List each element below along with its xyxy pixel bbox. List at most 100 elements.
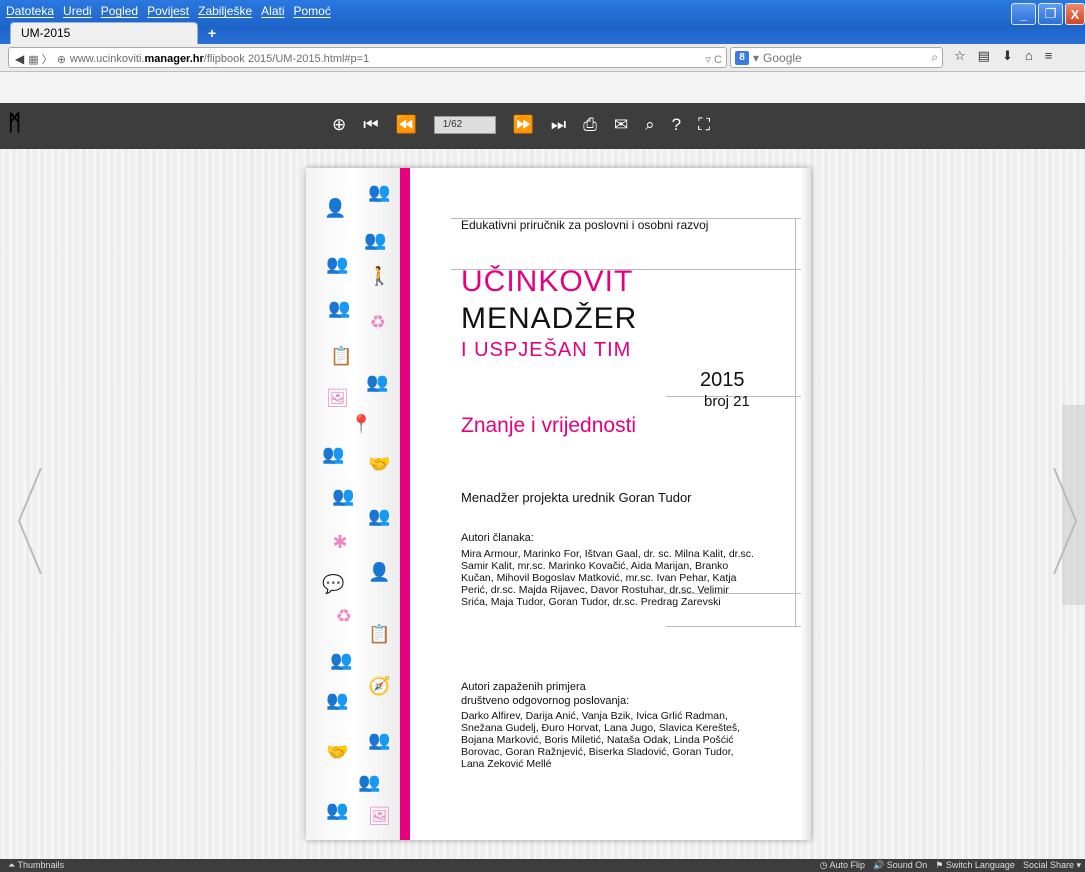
- cover-subtitle: Znanje i vrijednosti: [461, 414, 637, 437]
- address-bar[interactable]: ◀ ▦ 〉 ⊕ www.ucinkoviti.manager.hr/flipbo…: [8, 47, 727, 68]
- person-solo-icon: 👤: [368, 562, 391, 582]
- switch-language-button[interactable]: ⚑ Switch Language: [935, 860, 1015, 871]
- thumbnails-button[interactable]: ⏶ Thumbnails: [8, 860, 64, 871]
- fullscreen-icon[interactable]: ⛶: [698, 115, 710, 135]
- navigation-bar: ◀ ▦ 〉 ⊕ www.ucinkoviti.manager.hr/flipbo…: [0, 44, 1085, 72]
- search-icon[interactable]: ⌕: [645, 115, 655, 135]
- authors-list: Mira Armour, Marinko For, Ištvan Gaal, d…: [461, 548, 754, 608]
- flipbook-toolbar: ⊕ ⏮ ⏪ 1/62 ⏩ ⏭ ⎙ ✉ ⌕ ? ⛶: [0, 103, 1085, 149]
- menu-uredi[interactable]: Uredi: [63, 4, 92, 18]
- tab-title: UM-2015: [21, 26, 71, 40]
- nav-icons: ☆ ▤ ⬇ ⌂ ≡: [954, 48, 1052, 64]
- compass-icon: 🧭: [368, 676, 391, 696]
- team-row-icon: 👥: [368, 506, 391, 526]
- profile-card-icon: 🖼: [368, 806, 391, 826]
- google-icon[interactable]: 8: [735, 50, 749, 65]
- flipbook-logo-icon: ᛗ: [8, 110, 22, 136]
- project-manager: Menadžer projekta urednik Goran Tudor: [461, 490, 692, 505]
- next-page-arrow-icon[interactable]: [1050, 466, 1080, 576]
- minimize-button[interactable]: _: [1011, 3, 1036, 25]
- search-engine-dropdown-icon[interactable]: ▾: [753, 51, 759, 65]
- examples-heading-1: Autori zapaženih primjera: [461, 681, 586, 693]
- reload-icon[interactable]: ▿ C: [705, 53, 722, 66]
- search-bar[interactable]: 8 ▾ Google ⌕: [730, 47, 943, 68]
- auto-flip-label: Auto Flip: [829, 860, 866, 870]
- edu-tagline: Edukativni priručnik za poslovni i osobn…: [461, 218, 709, 232]
- new-tab-button[interactable]: +: [208, 25, 216, 41]
- auto-flip-button[interactable]: ◷ Auto Flip: [820, 860, 865, 871]
- download-icon[interactable]: ⬇: [1002, 48, 1013, 64]
- flipbook-controls: ⊕ ⏮ ⏪ 1/62 ⏩ ⏭ ⎙ ✉ ⌕ ? ⛶: [332, 115, 710, 135]
- examples-heading-2: društveno odgovornog poslovanja:: [461, 695, 630, 707]
- page-indicator[interactable]: 1/62: [433, 116, 496, 134]
- menu-povijest[interactable]: Povijest: [147, 4, 189, 18]
- menu-bar: Datoteka Uredi Pogled Povijest Zabilješk…: [6, 4, 331, 18]
- hierarchy-icon: 👥: [358, 772, 381, 792]
- home-icon[interactable]: ⌂: [1025, 48, 1033, 64]
- close-button[interactable]: X: [1065, 3, 1085, 25]
- email-icon[interactable]: ✉: [614, 115, 628, 135]
- sound-label: Sound On: [886, 860, 928, 870]
- url-text: www.ucinkoviti.manager.hr/flipbook 2015/…: [69, 53, 370, 65]
- previous-page-icon[interactable]: ⏪: [396, 115, 417, 135]
- bottom-right-controls: ◷ Auto Flip 🔊 Sound On ⚑ Switch Language…: [820, 860, 1081, 871]
- bookmark-star-icon[interactable]: ☆: [954, 48, 966, 64]
- handshake-icon: 🤝: [368, 454, 391, 474]
- book-cover-page: 👤 👥 👥 👥 🚶 👥 ♻ 📋 👥 🖼 📍 👥 🤝 👥 👥 ✱ 👤 💬 ♻ 📋 …: [306, 168, 811, 840]
- group-icon: 👥: [326, 254, 349, 274]
- back-icon[interactable]: ◀: [15, 52, 24, 66]
- refresh-icon: ♻: [335, 606, 353, 626]
- authors-heading: Autori članaka:: [461, 532, 534, 544]
- persons-icon: 👥: [366, 372, 389, 392]
- window-titlebar: Datoteka Uredi Pogled Povijest Zabilješk…: [0, 0, 1085, 44]
- person-icon: 👤: [324, 198, 347, 218]
- issue-number: broj 21: [704, 393, 750, 410]
- walking-icon: 🚶: [368, 266, 391, 286]
- search-icon[interactable]: ⌕: [931, 50, 938, 65]
- pair-icon: 👥: [332, 486, 355, 506]
- network-icon: ✱: [332, 532, 348, 552]
- menu-pomoc[interactable]: Pomoć: [294, 4, 331, 18]
- chat-icon: 💬: [322, 574, 345, 594]
- print-icon[interactable]: ⎙: [583, 115, 597, 135]
- menu-zabiljeske[interactable]: Zabilješke: [198, 4, 252, 18]
- menu-pogled[interactable]: Pogled: [101, 4, 138, 18]
- audience-icon: 👥: [326, 800, 349, 820]
- first-page-icon[interactable]: ⏮: [363, 115, 378, 135]
- menu-datoteka[interactable]: Datoteka: [6, 4, 54, 18]
- meeting-icon: 👥: [328, 298, 351, 318]
- zoom-in-icon[interactable]: ⊕: [332, 115, 346, 135]
- hamburger-menu-icon[interactable]: ≡: [1045, 48, 1053, 64]
- last-page-icon[interactable]: ⏭: [551, 115, 566, 135]
- title-line-1: UČINKOVIT: [461, 265, 634, 298]
- sound-button[interactable]: 🔊 Sound On: [873, 860, 927, 871]
- org-icon: 👥: [322, 444, 345, 464]
- portrait-icon: 🖼: [326, 388, 349, 408]
- bookmarks-list-icon[interactable]: ▤: [978, 48, 990, 64]
- team-icon: 👥: [364, 230, 387, 250]
- menu-alati[interactable]: Alati: [261, 4, 284, 18]
- crowd-icon: 👥: [330, 650, 353, 670]
- rule-line: [795, 218, 796, 626]
- issue-year: 2015: [700, 369, 745, 391]
- examples-list: Darko Alfirev, Darija Anić, Vanja Bzik, …: [461, 710, 740, 770]
- thumbnails-label: Thumbnails: [17, 860, 65, 870]
- window-controls: _ ❐ X: [1011, 3, 1085, 25]
- presenter-icon: 👥: [368, 182, 391, 202]
- social-share-button[interactable]: Social Share ▾: [1023, 860, 1081, 871]
- next-page-icon[interactable]: ⏩: [513, 115, 534, 135]
- board-presenter-icon: 📋: [368, 624, 391, 644]
- browser-tab[interactable]: UM-2015: [10, 22, 198, 44]
- site-identity-icon[interactable]: ▦ 〉: [28, 51, 52, 67]
- previous-page-arrow-icon[interactable]: [15, 466, 45, 576]
- help-icon[interactable]: ?: [672, 115, 681, 135]
- title-line-3: I USPJEŠAN TIM: [461, 339, 632, 361]
- title-line-2: MENADŽER: [461, 302, 638, 335]
- handshake-2-icon: 🤝: [326, 742, 349, 762]
- location-icon: 📍: [350, 414, 373, 434]
- maximize-button[interactable]: ❐: [1038, 3, 1063, 25]
- page-spine-shadow: [801, 168, 811, 840]
- globe-icon: ⊕: [56, 53, 66, 66]
- icon-strip: 👤 👥 👥 👥 🚶 👥 ♻ 📋 👥 🖼 📍 👥 🤝 👥 👥 ✱ 👤 💬 ♻ 📋 …: [306, 168, 400, 840]
- rule-line: [666, 626, 801, 627]
